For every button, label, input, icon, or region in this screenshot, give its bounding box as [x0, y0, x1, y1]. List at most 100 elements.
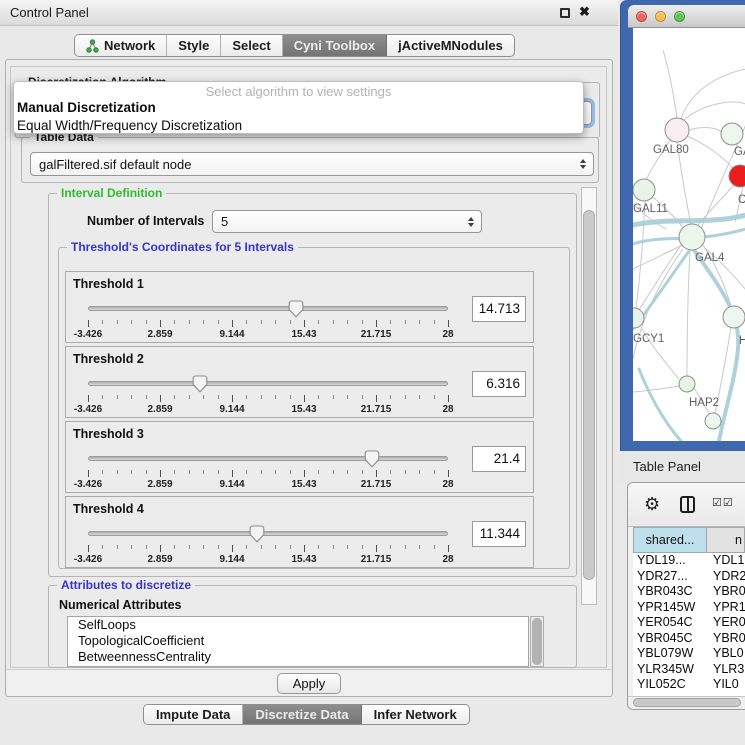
- threshold-value-field[interactable]: 6.316: [472, 371, 526, 397]
- group-title-thresholds: Threshold's Coordinates for 5 Intervals: [67, 240, 298, 254]
- network-node[interactable]: [705, 413, 721, 429]
- number-of-intervals-combobox[interactable]: 5: [212, 210, 482, 233]
- number-of-intervals-label: Number of Intervals: [87, 214, 204, 228]
- numerical-attributes-list[interactable]: SelfLoopsTopologicalCoefficientBetweenne…: [67, 616, 529, 667]
- float-window-icon[interactable]: [560, 8, 570, 18]
- attributes-group: Attributes to discretize Numerical Attri…: [48, 585, 577, 668]
- threshold-value-field[interactable]: 11.344: [472, 521, 526, 547]
- network-node-hap2[interactable]: [679, 376, 695, 392]
- numerical-attributes-label: Numerical Attributes: [59, 598, 181, 612]
- list-scrollbar-thumb[interactable]: [532, 618, 542, 665]
- slider-ticks: [88, 470, 448, 478]
- table-body: YDL19...YDL1YDR27...YDR2YBR043CYBR0YPR14…: [633, 553, 745, 696]
- cell-shared-name: YPR145W: [633, 600, 707, 616]
- table-row[interactable]: YDR27...YDR2: [633, 569, 745, 585]
- select-columns-icon[interactable]: ☑☑: [712, 496, 734, 509]
- dropdown-item-manual-discretization[interactable]: Manual Discretization: [14, 99, 583, 117]
- slider-handle[interactable]: [364, 450, 380, 468]
- network-node-h[interactable]: [723, 306, 745, 328]
- tab-label: Select: [232, 38, 270, 53]
- tab-select[interactable]: Select: [221, 35, 282, 56]
- threshold-label: Threshold 1: [73, 277, 144, 291]
- table-row[interactable]: YBR043CYBR0: [633, 584, 745, 600]
- column-header-name[interactable]: n: [707, 527, 745, 553]
- attribute-item-topologicalcoefficient[interactable]: TopologicalCoefficient: [68, 633, 528, 649]
- cell-shared-name: YDL19...: [633, 553, 707, 569]
- threshold-label: Threshold 2: [73, 352, 144, 366]
- slider-handle[interactable]: [192, 375, 208, 393]
- network-window-titlebar: [628, 5, 745, 28]
- cell-shared-name: YER054C: [633, 615, 707, 631]
- gear-icon[interactable]: ⚙: [644, 493, 660, 515]
- slider-track[interactable]: [88, 381, 448, 386]
- threshold-slider-1[interactable]: -3.4262.8599.14415.4321.71528: [88, 300, 448, 342]
- threshold-slider-4[interactable]: -3.4262.8599.14415.4321.71528: [88, 525, 448, 567]
- list-scrollbar[interactable]: [530, 616, 544, 667]
- threshold-slider-2[interactable]: -3.4262.8599.14415.4321.71528: [88, 375, 448, 417]
- network-node-gal80[interactable]: [665, 118, 689, 142]
- zoom-traffic-light-icon[interactable]: [674, 11, 685, 22]
- vertical-scrollbar[interactable]: [581, 187, 597, 605]
- slider-tick-labels: -3.4262.8599.14415.4321.71528: [88, 404, 448, 415]
- tab-label: Style: [178, 38, 209, 53]
- tab-infer-network[interactable]: Infer Network: [362, 705, 469, 724]
- network-canvas[interactable]: GAL80GACGAL11GAL4GCY1HHAP2: [633, 28, 745, 441]
- horizontal-scrollbar-thumb[interactable]: [633, 698, 741, 707]
- tab-style[interactable]: Style: [167, 35, 221, 56]
- cell-shared-name: YDR27...: [633, 569, 707, 585]
- number-of-intervals-value: 5: [221, 214, 228, 229]
- network-view-window: GAL80GACGAL11GAL4GCY1HHAP2: [620, 0, 745, 451]
- network-node-c[interactable]: [729, 165, 745, 187]
- threshold-slider-3[interactable]: -3.4262.8599.14415.4321.71528: [88, 450, 448, 492]
- threshold-value-field[interactable]: 14.713: [472, 296, 526, 322]
- threshold-value-field[interactable]: 21.4: [472, 446, 526, 472]
- node-label-gcy1: GCY1: [633, 333, 664, 345]
- tab-cyni-toolbox[interactable]: Cyni Toolbox: [283, 35, 387, 56]
- slider-track[interactable]: [88, 306, 448, 311]
- table-row[interactable]: YPR145WYPR1: [633, 600, 745, 616]
- close-traffic-light-icon[interactable]: [636, 11, 647, 22]
- network-node-ga[interactable]: [721, 123, 743, 145]
- table-toolbar: ⚙ ☑☑: [628, 483, 745, 527]
- tab-discretize-data[interactable]: Discretize Data: [243, 705, 361, 724]
- attribute-item-selfloops[interactable]: SelfLoops: [68, 617, 528, 633]
- network-node-gal11[interactable]: [633, 179, 655, 201]
- dropdown-item-equal-width-frequency-discretization[interactable]: Equal Width/Frequency Discretization: [14, 117, 583, 134]
- tab-jactivemnodules[interactable]: jActiveMNodules: [387, 35, 514, 56]
- close-icon[interactable]: ✖: [579, 4, 590, 20]
- table-data-group: Table Data galFiltered.sif default node: [21, 137, 599, 183]
- table-row[interactable]: YER054CYER0: [633, 615, 745, 631]
- table-row[interactable]: YBL079WYBL0: [633, 646, 745, 662]
- threshold-panel-3: Threshold 3-3.4262.8599.14415.4321.71528…: [65, 421, 534, 493]
- slider-ticks: [88, 320, 448, 328]
- table-row[interactable]: YBR045CYBR0: [633, 631, 745, 647]
- group-title-attributes: Attributes to discretize: [57, 578, 195, 592]
- table-row[interactable]: YIL052CYIL0: [633, 677, 745, 693]
- slider-handle[interactable]: [288, 300, 304, 318]
- table-data-combobox[interactable]: galFiltered.sif default node: [30, 152, 594, 176]
- cell-name: YDL1: [707, 553, 745, 569]
- vertical-scrollbar-thumb[interactable]: [583, 210, 595, 580]
- slider-track[interactable]: [88, 531, 448, 536]
- cell-name: YBL0: [707, 646, 745, 662]
- tab-network[interactable]: Network: [75, 35, 167, 56]
- tab-label: Cyni Toolbox: [294, 38, 375, 53]
- network-node-gal4[interactable]: [679, 224, 705, 250]
- table-row[interactable]: YDL19...YDL1: [633, 553, 745, 569]
- apply-button[interactable]: Apply: [277, 673, 341, 694]
- attribute-item-betweennesscentrality[interactable]: BetweennessCentrality: [68, 649, 528, 665]
- split-columns-icon[interactable]: [680, 496, 695, 513]
- minimize-traffic-light-icon[interactable]: [655, 11, 666, 22]
- node-label-gal80: GAL80: [653, 144, 689, 156]
- column-header-shared[interactable]: shared...: [633, 527, 707, 553]
- slider-track[interactable]: [88, 456, 448, 461]
- slider-handle[interactable]: [249, 525, 265, 543]
- combobox-arrows-icon: [580, 159, 586, 169]
- tab-impute-data[interactable]: Impute Data: [144, 705, 243, 724]
- cell-name: YIL0: [707, 677, 745, 693]
- horizontal-scrollbar[interactable]: [628, 696, 745, 709]
- slider-ticks: [88, 395, 448, 403]
- table-row[interactable]: YLR345WYLR3: [633, 662, 745, 678]
- control-panel-titlebar: Control Panel ✖: [0, 0, 618, 26]
- desktop: Control Panel ✖ Network Style Select Cyni T…: [0, 0, 745, 745]
